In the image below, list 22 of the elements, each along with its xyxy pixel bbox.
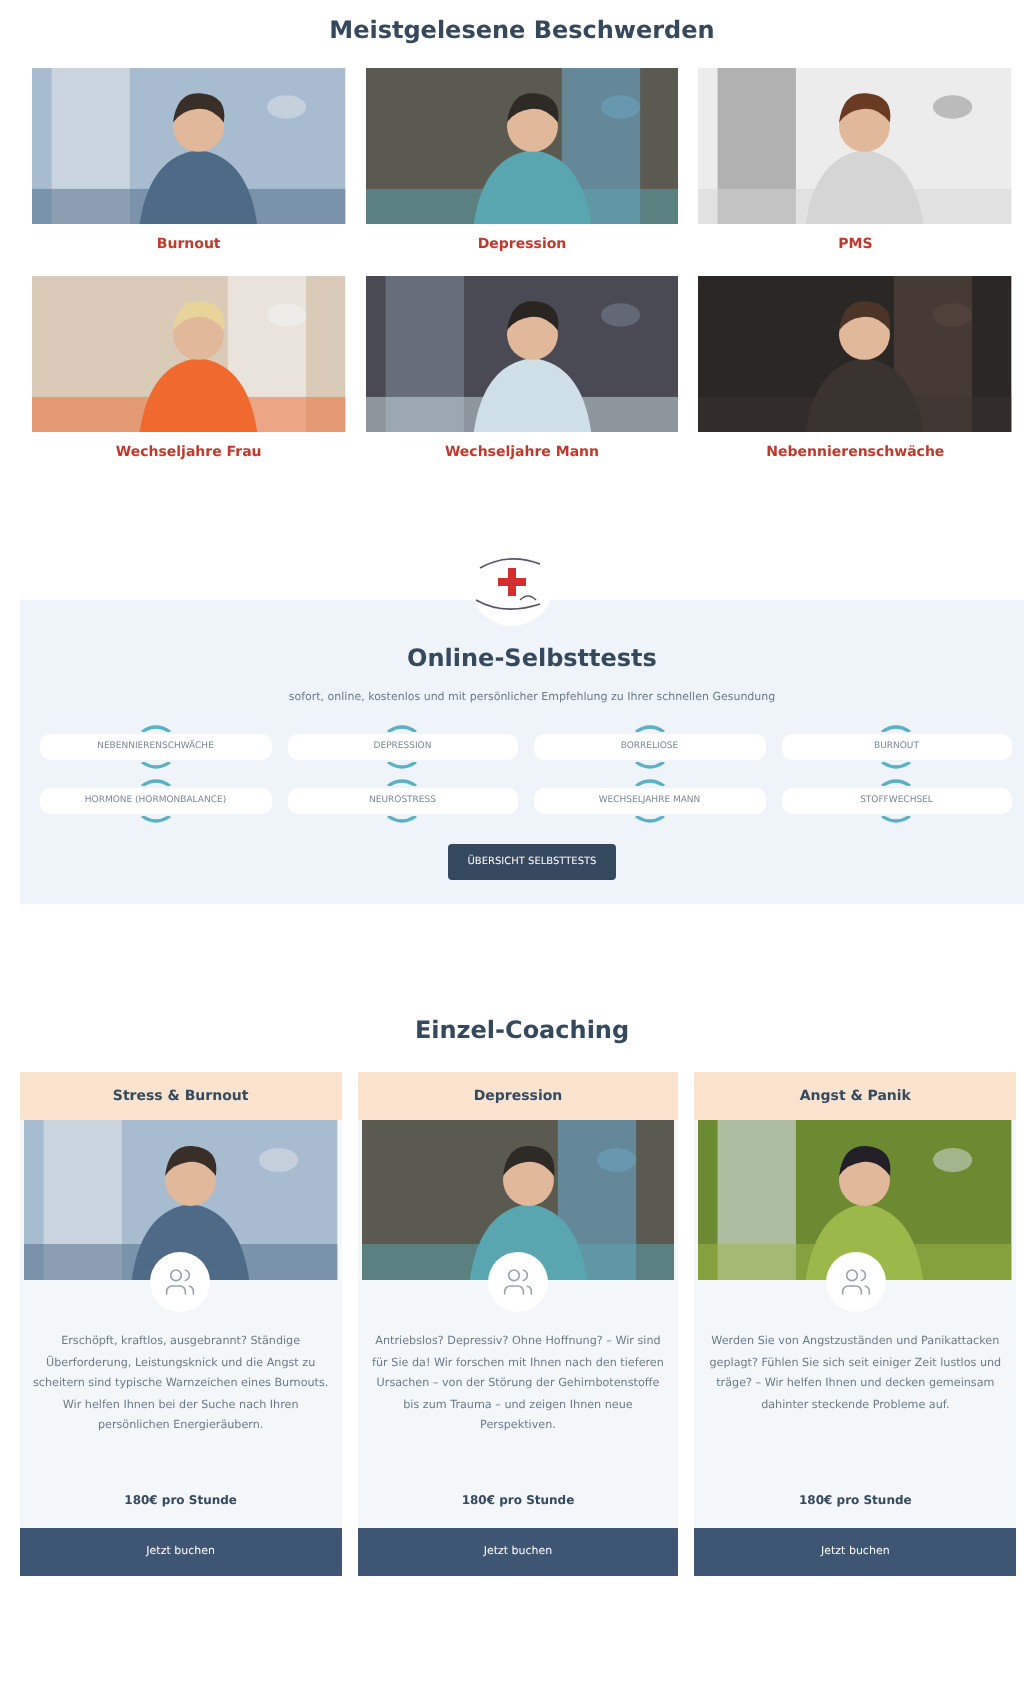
section-title: Einzel-Coaching <box>412 1016 632 1044</box>
arc-icon <box>633 724 666 732</box>
arc-icon <box>139 778 172 786</box>
arc-icon <box>386 724 419 732</box>
arc-icon <box>139 724 172 732</box>
arc-icon <box>880 724 913 732</box>
arc-icon <box>880 762 913 770</box>
arc-icon <box>139 762 172 770</box>
section-title: Online-Selbsttests <box>407 644 657 672</box>
arc-icon <box>386 778 419 786</box>
arc-icon <box>139 816 172 824</box>
users-icon <box>501 1266 534 1298</box>
arc-icon <box>633 762 666 770</box>
arc-icon <box>633 816 666 824</box>
users-icon <box>839 1266 872 1298</box>
arc-icon <box>386 816 419 824</box>
arc-icon <box>633 778 666 786</box>
users-icon <box>164 1266 197 1298</box>
arc-icon <box>880 816 913 824</box>
arc-icon <box>386 762 419 770</box>
section-title: Meistgelesene Beschwerden <box>327 16 717 44</box>
arc-icon <box>880 778 913 786</box>
